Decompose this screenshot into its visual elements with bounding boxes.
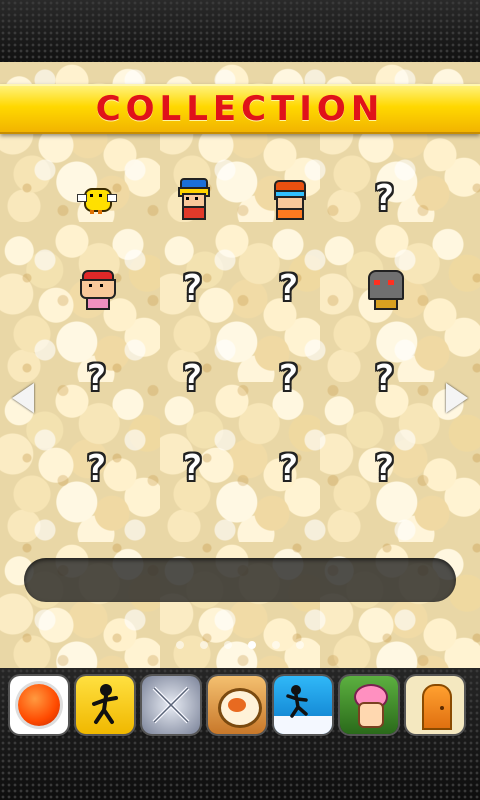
page-dot-active[interactable]: [248, 641, 256, 649]
collection-slot-locked[interactable]: ?: [262, 262, 314, 314]
food-app-icon[interactable]: [208, 676, 266, 734]
page-dot[interactable]: [224, 641, 232, 649]
collection-slot-locked[interactable]: ?: [70, 352, 122, 404]
page-dot[interactable]: [200, 641, 208, 649]
swords-app-icon[interactable]: [142, 676, 200, 734]
collection-slot-girl-bandana[interactable]: [70, 262, 122, 314]
unknown-slot-icon: ?: [277, 357, 299, 399]
collection-slot-locked[interactable]: ?: [358, 172, 410, 224]
page-title: COLLECTION: [95, 89, 385, 129]
door-app-icon[interactable]: [406, 676, 464, 734]
unknown-slot-icon: ?: [277, 267, 299, 309]
arrow-right-icon[interactable]: [446, 383, 468, 413]
collection-slot-locked[interactable]: ?: [166, 352, 218, 404]
collection-slot-locked[interactable]: ?: [262, 352, 314, 404]
unknown-slot-icon: ?: [373, 447, 395, 489]
page-dot[interactable]: [272, 641, 280, 649]
collection-slot-locked[interactable]: ?: [70, 442, 122, 494]
collection-slot-locked[interactable]: ?: [166, 442, 218, 494]
stickman-jump-app-icon[interactable]: [274, 676, 332, 734]
collection-slot-robot[interactable]: [358, 262, 410, 314]
robot-sprite-icon: [364, 268, 404, 310]
unknown-slot-icon: ?: [373, 357, 395, 399]
unknown-slot-icon: ?: [181, 267, 203, 309]
page-dot[interactable]: [176, 641, 184, 649]
boy-cap-sprite-icon: [172, 178, 212, 220]
goggles-kid-sprite-icon: [268, 178, 308, 220]
collection-slot-locked[interactable]: ?: [262, 442, 314, 494]
collection-slot-locked[interactable]: ?: [358, 442, 410, 494]
collection-slot-chick[interactable]: [70, 172, 122, 224]
unknown-slot-icon: ?: [277, 447, 299, 489]
pink-character-app-icon[interactable]: [340, 676, 398, 734]
arrow-left-icon[interactable]: [12, 383, 34, 413]
collection-banner: COLLECTION: [0, 84, 480, 134]
page-indicator: [0, 641, 480, 653]
unknown-slot-icon: ?: [373, 177, 395, 219]
unknown-slot-icon: ?: [85, 357, 107, 399]
girl-bandana-sprite-icon: [76, 268, 116, 310]
page-dot[interactable]: [296, 641, 304, 649]
message-bar: [24, 558, 456, 602]
chick-sprite-icon: [76, 178, 117, 218]
unknown-slot-icon: ?: [181, 447, 203, 489]
collection-slot-locked[interactable]: ?: [166, 262, 218, 314]
top-metal-bar: [0, 0, 480, 62]
red-button-app-icon[interactable]: [10, 676, 68, 734]
app-icon-row: [10, 676, 470, 734]
collection-slot-goggles-kid[interactable]: [262, 172, 314, 224]
unknown-slot-icon: ?: [85, 447, 107, 489]
collection-slot-boy-cap[interactable]: [166, 172, 218, 224]
stickman-runner-app-icon[interactable]: [76, 676, 134, 734]
unknown-slot-icon: ?: [181, 357, 203, 399]
collection-slot-locked[interactable]: ?: [358, 352, 410, 404]
